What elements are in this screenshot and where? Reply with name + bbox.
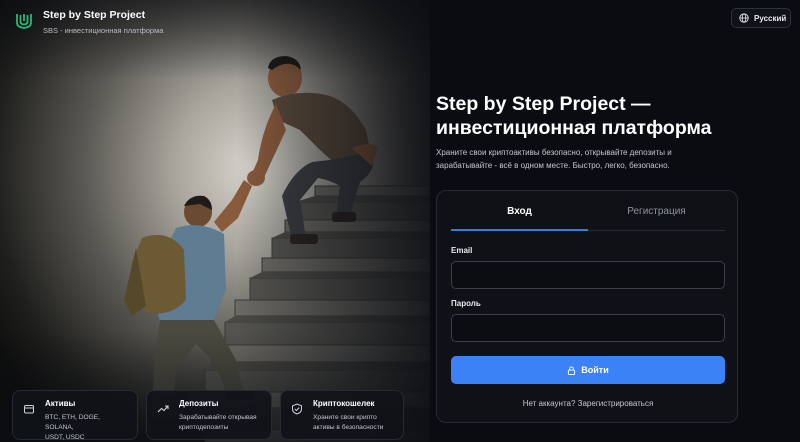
tab-register[interactable]: Регистрация bbox=[588, 205, 725, 231]
feature-text: BTC, ETH, DOGE, SOLANA, USDT, USDC bbox=[45, 413, 129, 442]
shield-check-icon bbox=[292, 403, 302, 415]
feature-text: Зарабатывайте открывая криптодепозиты bbox=[179, 413, 263, 433]
hero-image bbox=[0, 0, 430, 442]
page-description: Храните свои криптоактивы безопасно, отк… bbox=[436, 148, 672, 170]
brand-logo-icon bbox=[16, 14, 32, 29]
page-headline: Step by Step Project — инвестиционная пл… bbox=[436, 92, 756, 140]
trend-up-icon bbox=[157, 405, 169, 413]
feature-card-deposits: Депозиты Зарабатывайте открывая криптоде… bbox=[146, 390, 272, 440]
password-label: Пароль bbox=[451, 299, 481, 308]
feature-text-line: Храните свои крипто bbox=[313, 414, 377, 421]
headline-line-2: инвестиционная платформа bbox=[436, 117, 712, 139]
feature-text-line: активы в безопасности bbox=[313, 424, 384, 431]
language-selector[interactable]: Русский bbox=[731, 8, 791, 28]
feature-title: Депозиты bbox=[179, 399, 219, 408]
feature-text-line: Зарабатывайте открывая bbox=[179, 414, 257, 421]
login-page: Step by Step Project SBS - инвестиционна… bbox=[0, 0, 800, 442]
brand-subtitle: SBS - инвестиционная платформа bbox=[43, 26, 164, 35]
wallet-icon bbox=[24, 405, 34, 414]
feature-title: Криптокошелек bbox=[313, 399, 375, 408]
auth-card: Вход Регистрация Email Пароль Войти Нет … bbox=[436, 190, 738, 423]
feature-text-line: BTC, ETH, DOGE, SOLANA, bbox=[45, 414, 100, 431]
auth-tabs: Вход Регистрация bbox=[451, 205, 725, 231]
feature-text-line: криптодепозиты bbox=[179, 424, 229, 431]
login-button[interactable]: Войти bbox=[451, 356, 725, 384]
feature-title: Активы bbox=[45, 399, 76, 408]
lock-icon bbox=[568, 365, 576, 375]
login-button-label: Войти bbox=[581, 365, 609, 375]
headline-line-1: Step by Step Project — bbox=[436, 93, 651, 115]
language-label: Русский bbox=[754, 13, 787, 23]
feature-text: Храните свои крипто активы в безопасност… bbox=[313, 413, 395, 433]
password-field[interactable] bbox=[451, 314, 725, 342]
register-link[interactable]: Нет аккаунта? Зарегистрироваться bbox=[437, 399, 739, 408]
feature-card-assets: Активы BTC, ETH, DOGE, SOLANA, USDT, USD… bbox=[12, 390, 138, 442]
email-label: Email bbox=[451, 246, 473, 255]
email-field[interactable] bbox=[451, 261, 725, 289]
globe-icon bbox=[739, 13, 749, 23]
feature-text-line: USDT, USDC bbox=[45, 434, 85, 441]
brand[interactable]: Step by Step Project SBS - инвестиционна… bbox=[14, 9, 163, 36]
brand-name: Step by Step Project bbox=[43, 9, 146, 21]
tab-login[interactable]: Вход bbox=[451, 205, 588, 231]
feature-card-wallet: Криптокошелек Храните свои крипто активы… bbox=[280, 390, 404, 440]
